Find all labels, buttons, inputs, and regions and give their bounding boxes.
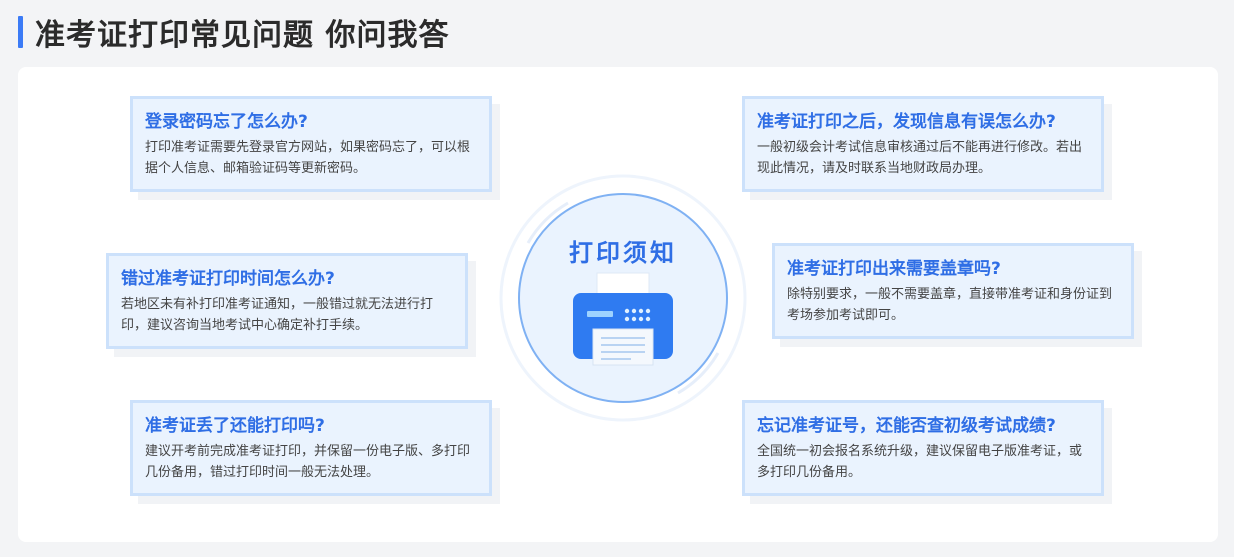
faq-answer: 一般初级会计考试信息审核通过后不能再进行修改。若出现此情况，请及时联系当地财政局… xyxy=(757,140,1083,176)
printer-icon xyxy=(573,272,673,366)
faq-answer: 除特别要求，一般不需要盖章，直接带准考证和身份证到考场参加考试即可。 xyxy=(787,287,1113,323)
faq-question: 准考证打印之后，发现信息有误怎么办? xyxy=(757,112,1056,132)
faq-answer: 打印准考证需要先登录官方网站，如果密码忘了，可以根据个人信息、邮箱验证码等更新密… xyxy=(145,140,471,176)
faq-card-forgot-password: 登录密码忘了怎么办? 打印准考证需要先登录官方网站，如果密码忘了，可以根据个人信… xyxy=(130,96,492,192)
faq-question: 准考证丢了还能打印吗? xyxy=(145,416,325,436)
title-accent-bar xyxy=(18,16,23,48)
faq-card-forgot-ticket-number: 忘记准考证号，还能否查初级考试成绩? 全国统一初会报名系统升级，建议保留电子版准… xyxy=(742,400,1104,496)
center-badge: 打印须知 xyxy=(498,173,748,423)
faq-question: 登录密码忘了怎么办? xyxy=(145,112,308,132)
page-title: 准考证打印常见问题 你问我答 xyxy=(35,18,450,53)
faq-card-stamp-needed: 准考证打印出来需要盖章吗? 除特别要求，一般不需要盖章，直接带准考证和身份证到考… xyxy=(772,243,1134,339)
faq-card-lost-ticket: 准考证丢了还能打印吗? 建议开考前完成准考证打印，并保留一份电子版、多打印几份备… xyxy=(130,400,492,496)
faq-answer: 若地区未有补打印准考证通知，一般错过就无法进行打印，建议咨询当地考试中心确定补打… xyxy=(121,297,434,333)
faq-question: 错过准考证打印时间怎么办? xyxy=(121,269,335,289)
faq-answer: 全国统一初会报名系统升级，建议保留电子版准考证，或多打印几份备用。 xyxy=(757,444,1083,480)
page: 准考证打印常见问题 你问我答 登录密码忘了怎么办? 打印准考证需要先登录官方网站… xyxy=(0,0,1234,557)
faq-question: 准考证打印出来需要盖章吗? xyxy=(787,259,1001,279)
page-header: 准考证打印常见问题 你问我答 xyxy=(18,12,450,53)
faq-question: 忘记准考证号，还能否查初级考试成绩? xyxy=(757,416,1056,436)
center-title: 打印须知 xyxy=(569,239,677,267)
faq-card-missed-print-time: 错过准考证打印时间怎么办? 若地区未有补打印准考证通知，一般错过就无法进行打印，… xyxy=(106,253,468,349)
faq-answer: 建议开考前完成准考证打印，并保留一份电子版、多打印几份备用，错过打印时间一般无法… xyxy=(145,444,471,480)
faq-card-info-error: 准考证打印之后，发现信息有误怎么办? 一般初级会计考试信息审核通过后不能再进行修… xyxy=(742,96,1104,192)
